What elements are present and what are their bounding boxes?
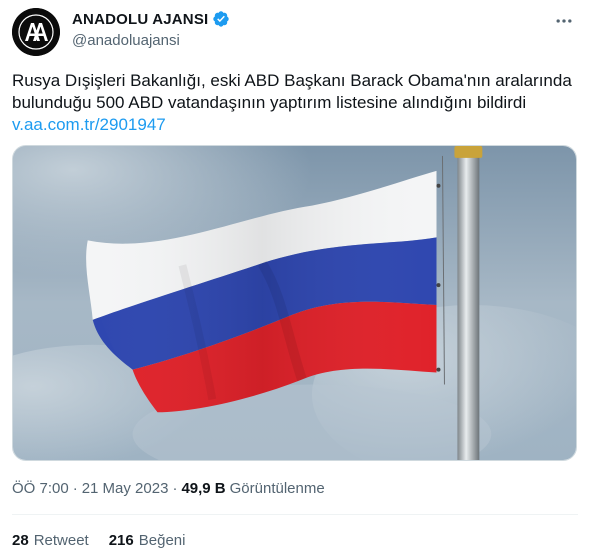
retweets-label: Retweet: [33, 532, 89, 549]
tweet-meta: ÖÖ 7:00 · 21 May 2023 · 49,9 B Görüntüle…: [12, 480, 325, 497]
tweet-date[interactable]: 21 May 2023: [82, 480, 169, 497]
anadolu-logo-icon: [12, 8, 60, 56]
views-label: Görüntülenme: [229, 480, 325, 497]
views-count: 49,9 B: [181, 480, 226, 497]
likes-label: Beğeni: [138, 532, 186, 549]
tweet-stats: 28 Retweet 216 Beğeni: [12, 532, 185, 549]
likes-stat[interactable]: 216 Beğeni: [109, 532, 186, 549]
tweet-text: Rusya Dışişleri Bakanlığı, eski ABD Başk…: [12, 70, 578, 136]
tweet-media-image[interactable]: [12, 145, 577, 461]
divider: [12, 514, 578, 515]
meta-separator: ·: [72, 480, 78, 497]
more-dots-icon: [556, 19, 572, 23]
meta-separator: ·: [172, 480, 178, 497]
retweets-stat[interactable]: 28 Retweet: [12, 532, 89, 549]
author-handle[interactable]: @anadoluajansi: [72, 32, 180, 49]
author-display-name[interactable]: ANADOLU AJANSI: [72, 11, 208, 28]
russian-flag-photo-icon: [13, 146, 576, 460]
author-name-row[interactable]: ANADOLU AJANSI: [72, 10, 230, 28]
avatar[interactable]: [12, 8, 60, 56]
tweet-time[interactable]: ÖÖ 7:00: [12, 480, 69, 497]
tweet-body: Rusya Dışişleri Bakanlığı, eski ABD Başk…: [12, 71, 572, 112]
tweet-card: ANADOLU AJANSI @anadoluajansi Rusya Dışi…: [0, 0, 590, 559]
verified-badge-icon[interactable]: [212, 10, 230, 28]
more-options-button[interactable]: [550, 10, 578, 32]
likes-count: 216: [108, 532, 134, 549]
tweet-link[interactable]: v.aa.com.tr/2901947: [12, 114, 578, 136]
retweets-count: 28: [12, 532, 29, 549]
